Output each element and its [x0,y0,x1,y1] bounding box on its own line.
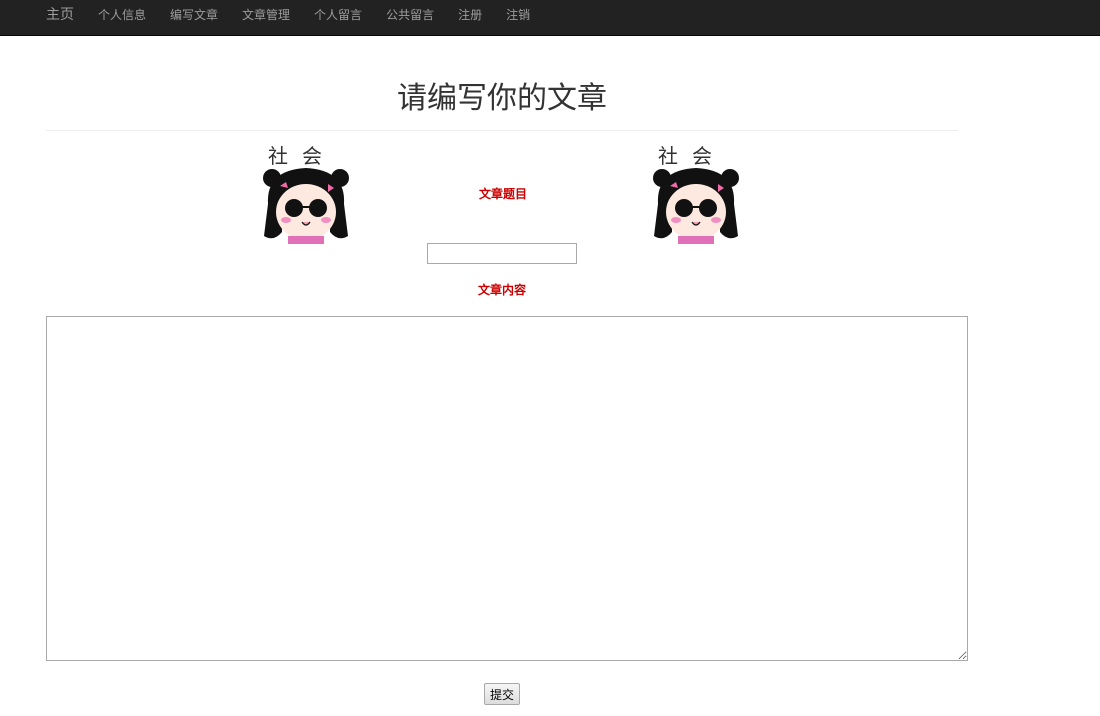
nav-home-link[interactable]: 主页 [46,0,74,31]
title-divider [46,130,958,131]
nav-item-personal-messages[interactable]: 个人留言 [314,0,362,31]
top-navbar: 主页 个人信息 编写文章 文章管理 个人留言 公共留言 注册 注销 [0,0,1100,36]
submit-button[interactable]: 提交 [484,683,520,705]
sticker-image-right: 社会 [648,144,744,244]
cartoon-girl-sunglasses-icon [263,168,349,244]
cartoon-girl-sunglasses-icon [653,168,739,244]
page-title: 请编写你的文章 [397,81,607,116]
nav-item-register[interactable]: 注册 [458,0,482,31]
nav-item-profile[interactable]: 个人信息 [98,0,146,31]
nav-item-public-messages[interactable]: 公共留言 [386,0,434,31]
sticker-image-left: 社会 [258,144,354,244]
nav-item-logout[interactable]: 注销 [506,0,530,31]
article-title-input[interactable] [427,243,577,264]
article-title-label: 文章题目 [478,187,527,201]
nav-menu: 个人信息 编写文章 文章管理 个人留言 公共留言 注册 注销 [98,0,554,31]
article-content-label: 文章内容 [477,283,526,297]
nav-item-article-management[interactable]: 文章管理 [242,0,290,31]
nav-item-write-article[interactable]: 编写文章 [170,0,218,31]
article-content-textarea[interactable] [46,316,968,661]
